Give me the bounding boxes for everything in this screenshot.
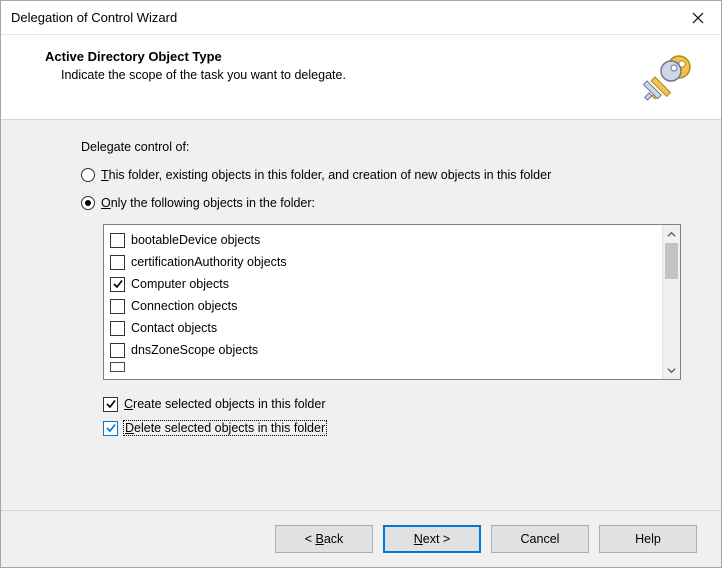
help-button[interactable]: Help xyxy=(599,525,697,553)
cancel-button[interactable]: Cancel xyxy=(491,525,589,553)
wizard-content: Delegate control of: This folder, existi… xyxy=(1,120,721,510)
chevron-up-icon xyxy=(667,230,676,239)
create-objects-checkbox[interactable]: Create selected objects in this folder xyxy=(103,392,681,416)
radio-icon xyxy=(81,168,95,182)
list-item[interactable]: dnsZoneScope objects xyxy=(110,339,656,361)
list-item[interactable]: certificationAuthority objects xyxy=(110,251,656,273)
list-item-label: Contact objects xyxy=(131,321,217,335)
checkbox-icon xyxy=(110,277,125,292)
list-item[interactable]: bootableDevice objects xyxy=(110,229,656,251)
scope-label: Delegate control of: xyxy=(81,140,681,154)
list-item-label: Connection objects xyxy=(131,299,237,313)
page-subheading: Indicate the scope of the task you want … xyxy=(61,68,635,82)
back-button[interactable]: < Back xyxy=(275,525,373,553)
chevron-down-icon xyxy=(667,366,676,375)
list-item[interactable]: Contact objects xyxy=(110,317,656,339)
next-button[interactable]: Next > xyxy=(383,525,481,553)
scroll-down-button[interactable] xyxy=(663,361,680,379)
scroll-up-button[interactable] xyxy=(663,225,680,243)
checkbox-icon xyxy=(110,343,125,358)
radio-this-folder-label: This folder, existing objects in this fo… xyxy=(101,168,551,182)
list-item[interactable]: Computer objects xyxy=(110,273,656,295)
keys-icon xyxy=(643,49,699,105)
post-options: Create selected objects in this folder D… xyxy=(103,392,681,440)
checkbox-icon xyxy=(110,233,125,248)
checkbox-icon xyxy=(110,299,125,314)
object-types-listbox[interactable]: bootableDevice objects certificationAutho… xyxy=(103,224,681,380)
radio-icon xyxy=(81,196,95,210)
close-icon xyxy=(692,12,704,24)
checkbox-icon xyxy=(103,397,118,412)
wizard-header: Active Directory Object Type Indicate th… xyxy=(1,35,721,120)
wizard-window: Delegation of Control Wizard Active Dire… xyxy=(0,0,722,568)
checkbox-icon xyxy=(110,321,125,336)
window-title: Delegation of Control Wizard xyxy=(11,10,675,25)
create-objects-label: Create selected objects in this folder xyxy=(124,397,326,411)
scroll-track[interactable] xyxy=(663,243,680,361)
button-bar: < Back Next > Cancel Help xyxy=(1,510,721,567)
delete-objects-checkbox[interactable]: Delete selected objects in this folder xyxy=(103,416,681,440)
titlebar: Delegation of Control Wizard xyxy=(1,1,721,35)
page-heading: Active Directory Object Type xyxy=(45,49,635,64)
radio-this-folder[interactable]: This folder, existing objects in this fo… xyxy=(81,168,681,182)
list-item[interactable]: Connection objects xyxy=(110,295,656,317)
list-item-label: bootableDevice objects xyxy=(131,233,260,247)
checkbox-icon xyxy=(103,421,118,436)
checkbox-icon xyxy=(110,362,125,372)
radio-only-following-label: Only the following objects in the folder… xyxy=(101,196,315,210)
scrollbar[interactable] xyxy=(662,225,680,379)
close-button[interactable] xyxy=(675,2,721,34)
listbox-viewport: bootableDevice objects certificationAutho… xyxy=(104,225,662,379)
list-item-label: Computer objects xyxy=(131,277,229,291)
checkbox-icon xyxy=(110,255,125,270)
list-item-label: dnsZoneScope objects xyxy=(131,343,258,357)
delete-objects-label: Delete selected objects in this folder xyxy=(124,421,326,435)
list-item[interactable] xyxy=(110,361,656,373)
radio-only-following[interactable]: Only the following objects in the folder… xyxy=(81,196,681,210)
scroll-thumb[interactable] xyxy=(665,243,678,279)
wizard-header-text: Active Directory Object Type Indicate th… xyxy=(45,49,635,105)
list-item-label: certificationAuthority objects xyxy=(131,255,287,269)
